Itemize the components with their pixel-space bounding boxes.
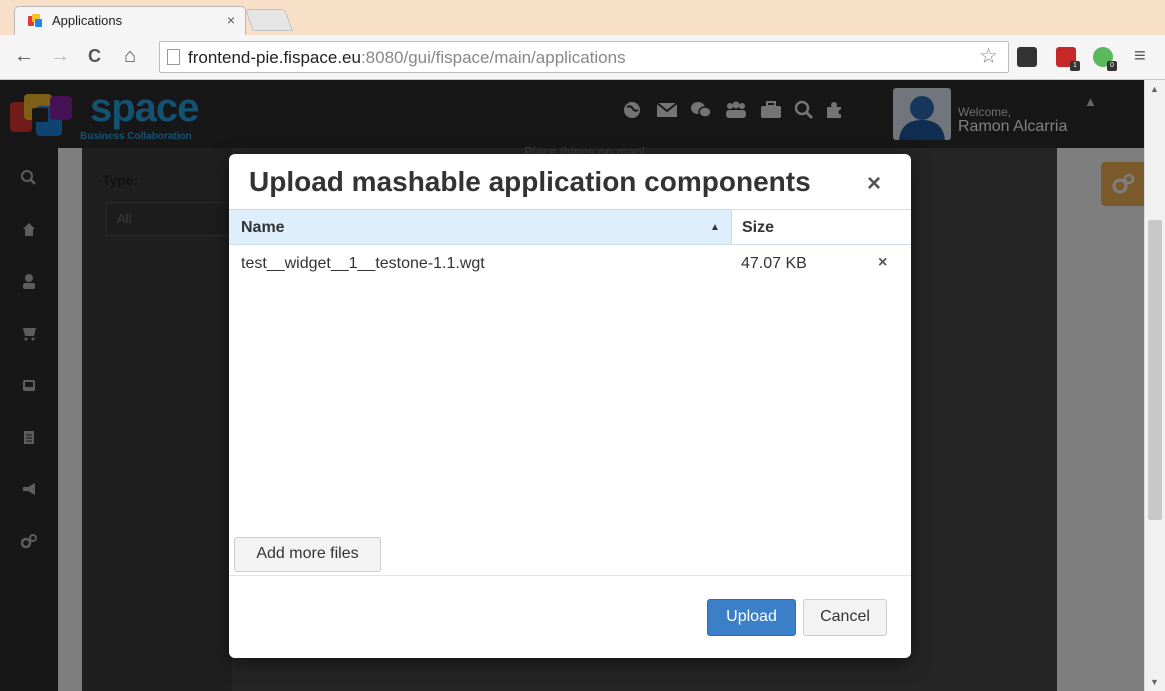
back-arrow-icon[interactable]: ← bbox=[14, 45, 34, 67]
add-more-files-button[interactable]: Add more files bbox=[234, 537, 381, 572]
column-header-name[interactable]: Name bbox=[241, 219, 285, 237]
page-icon bbox=[167, 49, 180, 65]
cancel-button[interactable]: Cancel bbox=[803, 599, 887, 636]
extension-icon[interactable] bbox=[1017, 47, 1037, 67]
fispace-favicon-icon bbox=[28, 14, 42, 27]
url-text: frontend-pie.fispace.eu:8080/gui/fispace… bbox=[188, 48, 626, 67]
address-bar[interactable]: frontend-pie.fispace.eu:8080/gui/fispace… bbox=[159, 41, 1009, 73]
file-name: test__widget__1__testone-1.1.wgt bbox=[241, 255, 485, 272]
column-header-size: Size bbox=[742, 219, 775, 236]
reload-icon[interactable]: C bbox=[88, 45, 101, 67]
close-icon[interactable]: × bbox=[867, 170, 881, 198]
dialog-title: Upload mashable application components bbox=[249, 166, 811, 197]
scrollbar-thumb[interactable] bbox=[1148, 220, 1162, 520]
page-scrollbar[interactable]: ▲ ▼ bbox=[1144, 80, 1165, 691]
extension-icon[interactable]: 1 bbox=[1056, 47, 1080, 71]
browser-toolbar: ← → C ⌂ frontend-pie.fispace.eu:8080/gui… bbox=[0, 35, 1165, 80]
extension-badge: 1 bbox=[1070, 61, 1080, 71]
remove-file-icon[interactable]: × bbox=[878, 254, 887, 272]
browser-tab-strip: Applications × bbox=[0, 0, 1165, 35]
file-grid-header: Name ▲ Size bbox=[229, 209, 911, 245]
extension-icon[interactable]: 0 bbox=[1093, 47, 1117, 71]
extension-badge: 0 bbox=[1107, 61, 1117, 71]
upload-dialog: Upload mashable application components ×… bbox=[229, 154, 911, 658]
file-size: 47.07 KB bbox=[741, 255, 807, 272]
tab-title: Applications bbox=[52, 13, 123, 28]
home-icon[interactable]: ⌂ bbox=[124, 45, 136, 67]
new-tab-button[interactable] bbox=[244, 9, 294, 31]
dialog-footer: Upload Cancel bbox=[229, 575, 911, 658]
sort-ascending-icon[interactable]: ▲ bbox=[710, 222, 720, 233]
forward-arrow-icon[interactable]: → bbox=[50, 45, 70, 67]
browser-tab[interactable]: Applications × bbox=[14, 6, 246, 35]
tab-close-icon[interactable]: × bbox=[227, 12, 235, 28]
column-header-size-cell[interactable]: Size bbox=[731, 210, 911, 244]
bookmark-star-icon[interactable]: ☆ bbox=[979, 44, 998, 69]
browser-menu-icon[interactable]: ≡ bbox=[1134, 45, 1146, 68]
upload-button[interactable]: Upload bbox=[707, 599, 796, 636]
scroll-down-icon[interactable]: ▼ bbox=[1150, 677, 1159, 687]
scroll-up-icon[interactable]: ▲ bbox=[1150, 84, 1159, 94]
table-row[interactable]: test__widget__1__testone-1.1.wgt 47.07 K… bbox=[229, 246, 911, 282]
